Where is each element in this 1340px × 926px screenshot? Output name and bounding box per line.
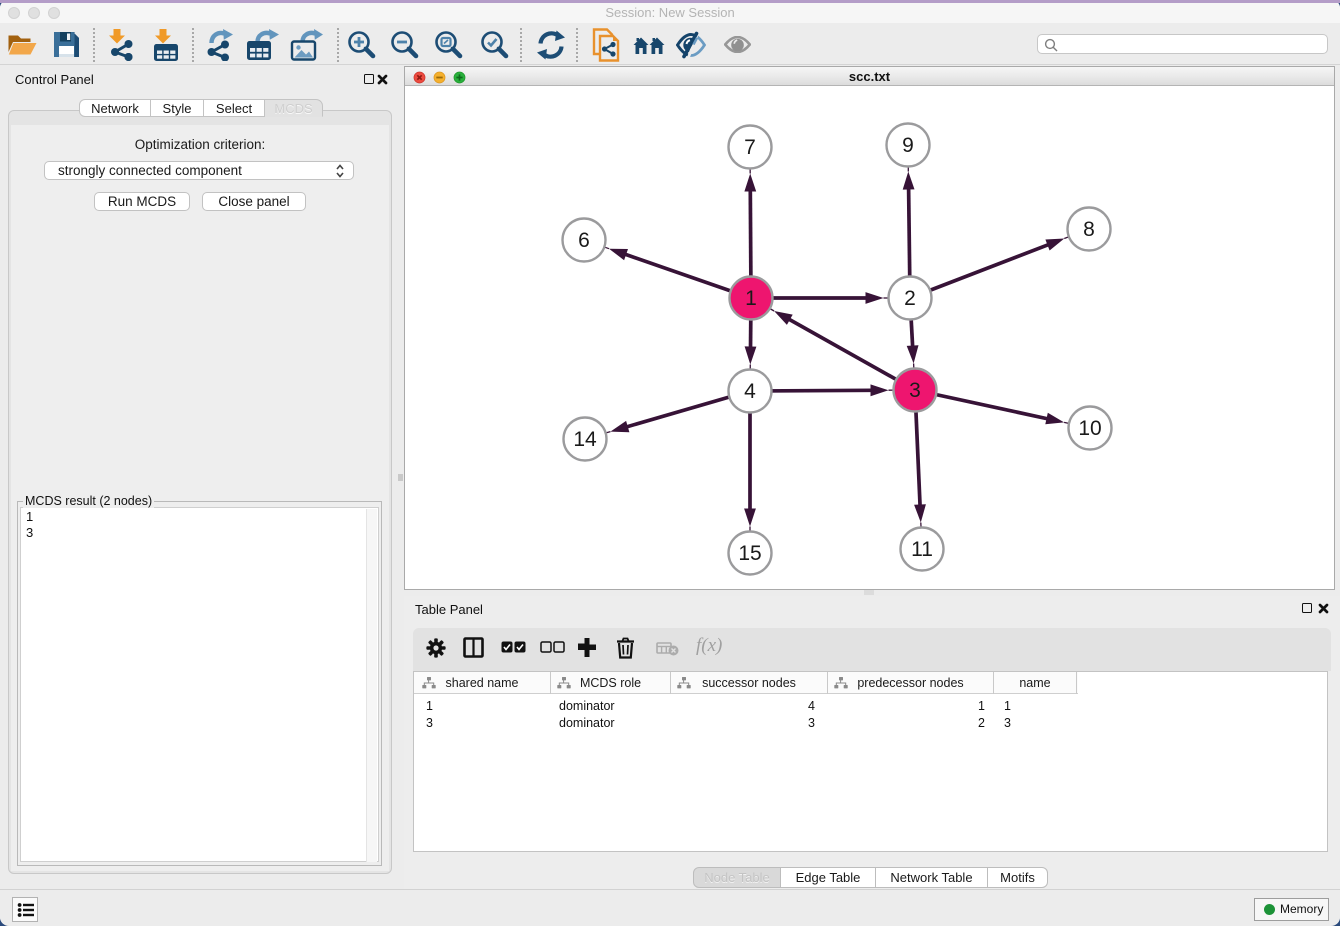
svg-text:7: 7 [744,136,756,159]
svg-text:10: 10 [1078,417,1101,440]
svg-text:6: 6 [578,229,590,252]
svg-text:11: 11 [911,538,933,561]
svg-text:2: 2 [904,287,916,310]
svg-text:8: 8 [1083,218,1095,241]
svg-text:3: 3 [909,379,921,402]
svg-text:4: 4 [744,380,756,403]
svg-text:9: 9 [902,134,914,157]
svg-text:15: 15 [738,542,761,565]
svg-text:14: 14 [573,428,597,451]
svg-text:1: 1 [745,287,757,310]
